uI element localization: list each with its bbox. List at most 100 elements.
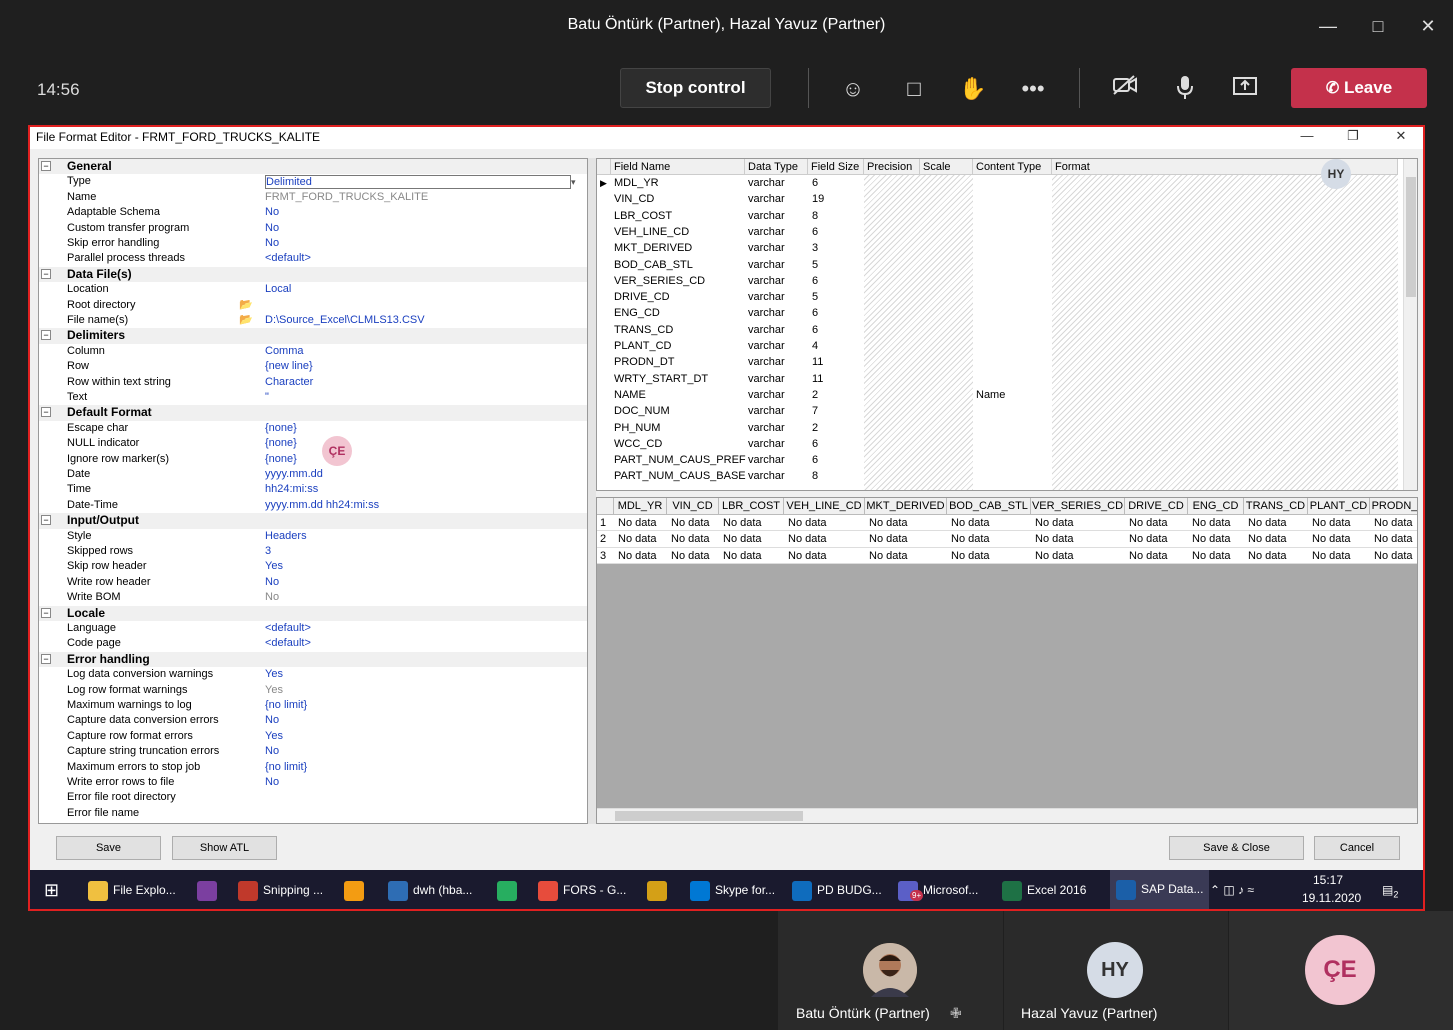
property-value[interactable]: Yes (265, 729, 283, 744)
table-cell[interactable]: varchar (748, 403, 785, 419)
table-cell[interactable]: No data (723, 548, 762, 564)
column-header[interactable]: TRANS_CD (1244, 498, 1308, 515)
property-row[interactable]: Log data conversion warnings Yes (39, 667, 587, 682)
save-close-button[interactable]: Save & Close (1169, 836, 1304, 860)
table-cell[interactable]: No data (671, 531, 710, 547)
table-cell[interactable]: VER_SERIES_CD (614, 273, 705, 289)
table-cell[interactable]: No data (1312, 548, 1351, 564)
property-row[interactable]: Capture string truncation errors No (39, 744, 587, 759)
property-row[interactable]: Date yyyy.mm.dd (39, 467, 587, 482)
property-row[interactable]: Capture data conversion errors No (39, 713, 587, 728)
participants-icon[interactable]: ☺ (838, 74, 868, 104)
table-row[interactable]: LBR_COST varchar 8 (597, 208, 1403, 224)
property-row[interactable]: Location Local (39, 282, 587, 297)
taskbar-item[interactable]: File Explo... (88, 878, 176, 902)
property-value[interactable]: No (265, 713, 279, 728)
stop-control-button[interactable]: Stop control (620, 68, 771, 108)
table-cell[interactable]: NAME (614, 387, 646, 403)
editor-close-icon[interactable]: ✕ (1386, 128, 1416, 144)
table-cell[interactable]: VEH_LINE_CD (614, 224, 689, 240)
table-cell[interactable]: varchar (748, 322, 785, 338)
table-row[interactable]: VIN_CD varchar 19 (597, 191, 1403, 207)
column-header[interactable]: Field Name (611, 159, 745, 175)
property-value[interactable]: No (265, 590, 279, 605)
table-cell[interactable]: varchar (748, 452, 785, 468)
table-row[interactable]: PRODN_DT varchar 11 (597, 354, 1403, 370)
collapse-icon[interactable]: − (41, 268, 51, 279)
column-header[interactable]: BOD_CAB_STL (947, 498, 1031, 515)
table-cell[interactable]: varchar (748, 420, 785, 436)
property-value[interactable]: FRMT_FORD_TRUCKS_KALITE (265, 190, 428, 205)
property-row[interactable]: Ignore row marker(s) {none} (39, 452, 587, 467)
property-value[interactable]: {no limit} (265, 760, 307, 775)
table-row[interactable]: NAME varchar 2 Name (597, 387, 1403, 403)
taskbar-item[interactable]: Excel 2016 (1002, 878, 1086, 902)
show-atl-button[interactable]: Show ATL (172, 836, 277, 860)
property-value[interactable]: {no limit} (265, 698, 307, 713)
maximize-icon[interactable]: □ (1366, 14, 1390, 38)
collapse-icon[interactable]: − (41, 515, 51, 526)
table-cell[interactable]: PART_NUM_CAUS_BASE (614, 468, 746, 484)
table-row[interactable]: 1 No data No data No data No data No data No d… (597, 515, 1417, 532)
property-category[interactable]: − Default Format (39, 405, 587, 421)
data-preview-grid[interactable]: MDL_YR VIN_CD LBR_COST VEH_LINE_CD MKT_DERIV… (596, 497, 1418, 824)
table-cell[interactable]: varchar (748, 257, 785, 273)
table-row[interactable]: WRTY_START_DT varchar 11 (597, 371, 1403, 387)
notifications-icon[interactable]: ▤2 (1382, 878, 1398, 902)
table-cell[interactable]: 6 (812, 452, 818, 468)
column-header[interactable]: Content Type (973, 159, 1052, 175)
table-cell[interactable]: MKT_DERIVED (614, 240, 692, 256)
property-row[interactable]: Time hh24:mi:ss (39, 482, 587, 497)
property-category[interactable]: − Locale (39, 605, 587, 621)
share-screen-icon[interactable] (1230, 74, 1260, 104)
table-cell[interactable]: varchar (748, 240, 785, 256)
property-value[interactable]: Yes (265, 559, 283, 574)
property-value[interactable]: yyyy.mm.dd (265, 467, 323, 482)
table-row[interactable]: 2 No data No data No data No data No data No d… (597, 531, 1417, 548)
table-cell[interactable]: 6 (812, 175, 818, 191)
table-cell[interactable]: No data (951, 515, 990, 531)
folder-icon[interactable]: 📂 (239, 298, 253, 313)
property-category[interactable]: − Data File(s) (39, 266, 587, 283)
column-header[interactable]: Data Type (745, 159, 808, 175)
property-row[interactable]: Escape char {none} (39, 421, 587, 436)
table-cell[interactable]: 8 (812, 468, 818, 484)
table-cell[interactable]: No data (723, 531, 762, 547)
taskbar-item[interactable]: Skype for... (690, 878, 775, 902)
column-header[interactable]: Precision (864, 159, 920, 175)
collapse-icon[interactable]: − (41, 330, 51, 341)
table-cell[interactable]: No data (951, 548, 990, 564)
column-header[interactable]: DRIVE_CD (1125, 498, 1188, 515)
property-row[interactable]: Skip error handling No (39, 236, 587, 251)
scrollbar-thumb[interactable] (615, 811, 803, 821)
table-cell[interactable]: No data (1374, 515, 1413, 531)
table-cell[interactable]: No data (1248, 548, 1287, 564)
table-cell[interactable]: No data (869, 548, 908, 564)
property-category[interactable]: − Delimiters (39, 328, 587, 344)
table-cell[interactable]: TRANS_CD (614, 322, 673, 338)
table-cell[interactable]: No data (1129, 531, 1168, 547)
property-value[interactable]: " (265, 390, 269, 405)
table-cell[interactable]: No data (1192, 548, 1231, 564)
property-row[interactable]: Write error rows to file No (39, 775, 587, 790)
property-value[interactable]: No (265, 221, 279, 236)
property-category[interactable]: − Error handling (39, 651, 587, 668)
property-row[interactable]: Adaptable Schema No (39, 205, 587, 220)
table-cell[interactable]: 3 (812, 240, 818, 256)
table-cell[interactable]: No data (869, 515, 908, 531)
table-cell[interactable]: No data (1248, 531, 1287, 547)
column-header[interactable]: PLANT_CD (1308, 498, 1370, 515)
property-grid[interactable]: − General Type Delimited ▾ Name FRMT_FORD_TRUC… (38, 158, 588, 824)
property-value[interactable]: Comma (265, 344, 304, 359)
chevron-down-icon[interactable]: ▾ (571, 175, 576, 190)
field-grid[interactable]: Field Name Data Type Field Size Precision Sc… (596, 158, 1418, 491)
property-value[interactable]: No (265, 236, 279, 251)
table-cell[interactable]: No data (1035, 531, 1074, 547)
table-cell[interactable]: PLANT_CD (614, 338, 671, 354)
table-cell[interactable]: varchar (748, 338, 785, 354)
table-cell[interactable]: DOC_NUM (614, 403, 670, 419)
table-cell[interactable]: Name (976, 387, 1005, 403)
table-row[interactable]: MKT_DERIVED varchar 3 (597, 240, 1403, 256)
table-row[interactable]: WCC_CD varchar 6 (597, 436, 1403, 452)
property-row[interactable]: Date-Time yyyy.mm.dd hh24:mi:ss (39, 498, 587, 513)
